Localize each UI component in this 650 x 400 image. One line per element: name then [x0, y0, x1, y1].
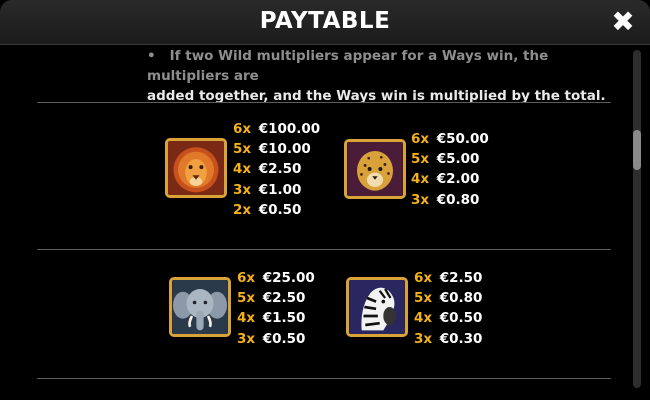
divider — [37, 102, 611, 103]
pay-row: 6x €100.00 — [233, 121, 321, 137]
rule-line-2: added together, and the Ways win is mult… — [147, 88, 606, 104]
zebra-icon — [346, 277, 408, 337]
lion-paytable: 6x €100.00 5x €10.00 4x €2.50 3x €1.00 2… — [233, 119, 320, 220]
elephant-paytable: 6x €25.00 5x €2.50 4x €1.50 3x €0.50 — [237, 268, 315, 349]
pay-row: 5x €0.80 — [414, 290, 483, 307]
cheetah-paytable: 6x €50.00 5x €5.00 4x €2.00 3x €0.80 — [411, 129, 489, 210]
page-title: PAYTABLE — [259, 8, 391, 34]
rule-line-1: If two Wild multipliers appear for a Way… — [147, 48, 549, 84]
pay-row: 5x €10.00 — [233, 141, 311, 158]
pay-row: 3x €0.50 — [237, 330, 306, 347]
pay-row: 4x €0.50 — [414, 310, 483, 327]
pay-row: 6x €50.00 — [411, 131, 489, 147]
pay-row: 5x €5.00 — [411, 151, 480, 168]
pay-row: 4x €2.50 — [233, 161, 302, 178]
scrollbar-thumb[interactable] — [633, 130, 641, 170]
pay-row: 2x €0.50 — [233, 201, 302, 218]
pay-row: 3x €0.80 — [411, 191, 480, 208]
divider — [37, 249, 611, 250]
pay-row: 6x €25.00 — [237, 270, 315, 286]
close-icon: ✖ — [611, 4, 635, 38]
paytable-header: PAYTABLE ✖ — [0, 0, 650, 45]
pay-row: 3x €0.30 — [414, 330, 483, 347]
pay-row: 6x €2.50 — [414, 270, 483, 286]
pay-row: 3x €1.00 — [233, 181, 302, 198]
lion-icon — [165, 138, 227, 198]
close-button[interactable]: ✖ — [609, 4, 637, 38]
pay-row: 4x €2.00 — [411, 171, 480, 188]
wild-multiplier-rule: • If two Wild multipliers appear for a Wa… — [147, 46, 607, 106]
scrollbar-track[interactable] — [633, 50, 641, 388]
divider — [37, 378, 611, 379]
elephant-icon — [169, 277, 231, 337]
zebra-paytable: 6x €2.50 5x €0.80 4x €0.50 3x €0.30 — [414, 268, 482, 349]
pay-row: 4x €1.50 — [237, 310, 306, 327]
cheetah-icon — [344, 139, 406, 199]
pay-row: 5x €2.50 — [237, 290, 306, 307]
bullet-icon: • — [147, 48, 156, 64]
